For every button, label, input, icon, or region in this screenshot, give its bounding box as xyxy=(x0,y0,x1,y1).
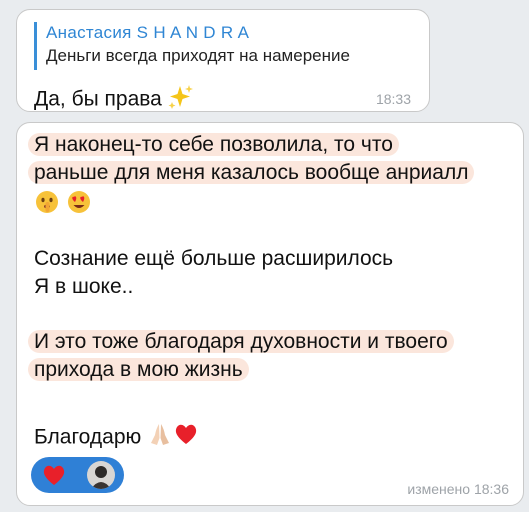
message-time: 18:33 xyxy=(375,91,411,107)
highlight: Я наконец-то себе позволила, то что xyxy=(28,133,399,156)
message-text: Да, бы права xyxy=(34,84,194,116)
text-line-1: Я наконец-то себе позволила, то что xyxy=(28,131,399,159)
text-line-3: Сознание ещё больше расширилось xyxy=(34,247,394,270)
highlight: прихода в мою жизнь xyxy=(28,358,249,381)
thanks-text: Благодарю xyxy=(34,425,142,449)
highlight: раньше для меня казалось вообще анриалл xyxy=(28,161,475,184)
message-text-content: Да, бы права xyxy=(34,87,162,111)
text-line-4: Я в шоке.. xyxy=(34,275,134,298)
avatar xyxy=(87,461,115,489)
pray-icon xyxy=(147,421,173,455)
text-line-7: Благодарю xyxy=(34,421,199,455)
heart-reaction-icon xyxy=(41,463,67,492)
highlight: И это тоже благодаря духовности и твоего xyxy=(28,330,454,353)
shushing-face-icon xyxy=(34,189,60,223)
reply-quote[interactable]: Анастасия S H A N D R A Деньги всегда пр… xyxy=(34,22,414,70)
sparkles-icon xyxy=(168,84,194,116)
reaction-pill[interactable] xyxy=(31,457,124,493)
heart-eyes-icon xyxy=(66,189,92,223)
text-line-2: раньше для меня казалось вообще анриалл xyxy=(28,159,475,187)
message-bubble-1[interactable]: Анастасия S H A N D R A Деньги всегда пр… xyxy=(16,9,430,112)
text-line-5: И это тоже благодаря духовности и твоего xyxy=(28,328,454,356)
text-line-6: прихода в мою жизнь xyxy=(28,356,249,384)
emoji-line xyxy=(34,189,92,223)
reply-text: Деньги всегда приходят на намерение xyxy=(46,46,350,65)
reply-author: Анастасия S H A N D R A xyxy=(46,23,250,42)
heart-icon xyxy=(173,421,199,455)
message-bubble-2[interactable]: Я наконец-то себе позволила, то что рань… xyxy=(16,122,524,506)
message-time: изменено 18:36 xyxy=(407,481,509,497)
